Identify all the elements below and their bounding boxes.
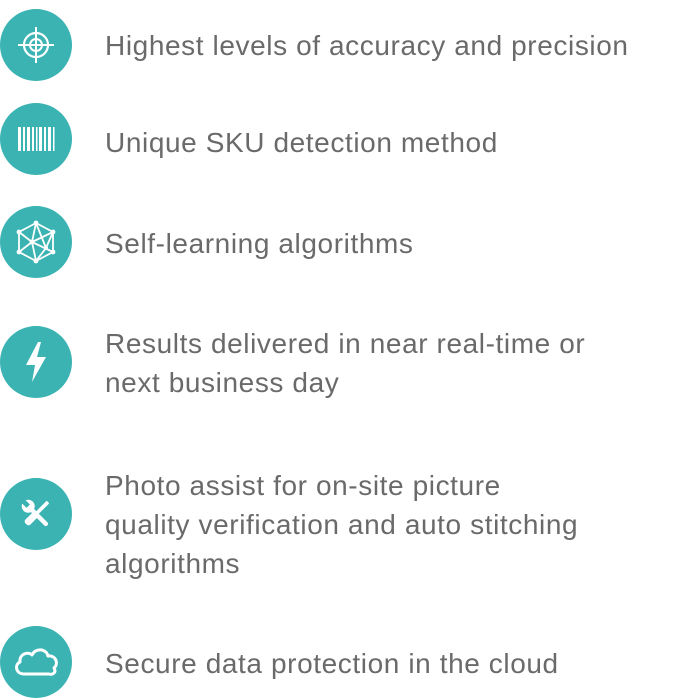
crosshair-icon-badge (0, 9, 72, 81)
tools-icon-badge (0, 478, 72, 550)
feature-text-line: Self-learning algorithms (105, 228, 414, 259)
cloud-icon-badge (0, 626, 72, 698)
barcode-icon-badge (0, 103, 72, 175)
tools-icon (20, 498, 49, 527)
cloud-icon (15, 648, 58, 676)
feature-text-line: Unique SKU detection method (105, 127, 498, 158)
crosshair-icon (18, 27, 54, 63)
feature-text-line: Photo assist for on-site picture (105, 470, 501, 501)
network-polyhedron-icon (16, 220, 56, 264)
feature-text-line: Secure data protection in the cloud (105, 648, 559, 679)
feature-text-line: algorithms (105, 548, 241, 579)
lightning-bolt-icon-badge (0, 326, 72, 398)
feature-text-line: Results delivered in near real-time or (105, 328, 586, 359)
network-polyhedron-icon-badge (0, 206, 72, 278)
feature-text-line: quality verification and auto stitching (105, 509, 579, 540)
feature-text-line: next business day (105, 367, 340, 398)
lightning-bolt-icon (26, 342, 46, 382)
feature-text-line: Highest levels of accuracy and precision (105, 30, 629, 61)
barcode-icon (18, 127, 55, 151)
